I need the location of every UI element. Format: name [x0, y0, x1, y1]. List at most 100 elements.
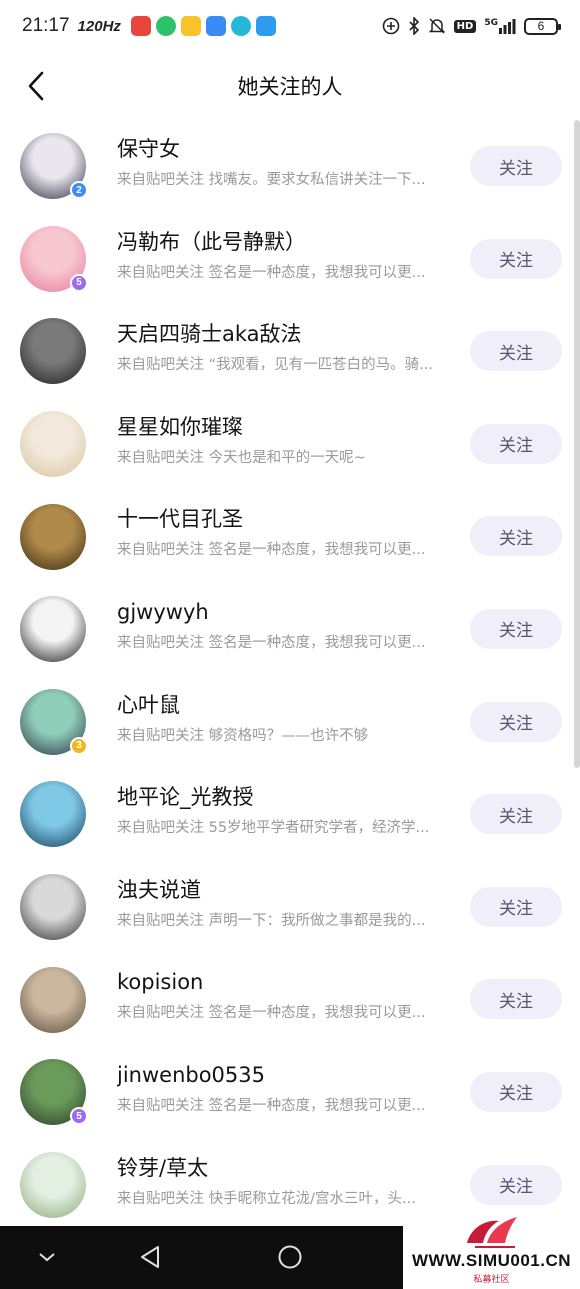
- nav-home-button[interactable]: [274, 1240, 306, 1274]
- scrollbar[interactable]: [574, 120, 580, 768]
- follow-button[interactable]: 关注: [470, 1071, 562, 1112]
- network-type-label: 5G: [484, 18, 498, 28]
- list-item[interactable]: gjwywyh 来自贴吧关注 签名是一种态度，我想我可以更... 关注: [0, 583, 580, 676]
- user-name[interactable]: 浊夫说道: [117, 875, 460, 905]
- app-notification-icon: [255, 16, 276, 36]
- follow-button[interactable]: 关注: [470, 1164, 562, 1205]
- user-info: 天启四骑士aka敌法来自贴吧关注 “我观看，见有一匹苍白的马。骑...: [117, 319, 460, 375]
- user-info: 浊夫说道 来自贴吧关注 声明一下：我所做之事都是我的...: [117, 875, 460, 931]
- back-button[interactable]: [18, 68, 54, 104]
- app-notification-icon: [230, 16, 251, 36]
- chevron-left-icon: [28, 71, 44, 101]
- follow-button[interactable]: 关注: [470, 516, 562, 557]
- nav-chevron-down-icon: [39, 1253, 55, 1262]
- avatar[interactable]: [20, 318, 86, 385]
- avatar-image: [20, 1151, 86, 1218]
- follow-button[interactable]: 关注: [470, 423, 562, 464]
- user-description: 来自贴吧关注 签名是一种态度，我想我可以更...: [117, 264, 426, 281]
- list-item[interactable]: 地平论_光教授 来自贴吧关注 55岁地平学者研究学者，经济学... 关注: [0, 768, 580, 861]
- follow-button[interactable]: 关注: [470, 979, 562, 1020]
- follow-button[interactable]: 关注: [470, 701, 562, 742]
- nav-back-button[interactable]: [135, 1240, 165, 1274]
- user-name[interactable]: 十一代目孔圣: [117, 504, 460, 534]
- avatar[interactable]: [20, 1151, 86, 1218]
- user-info: gjwywyh 来自贴吧关注 签名是一种态度，我想我可以更...: [117, 597, 460, 653]
- avatar[interactable]: [20, 966, 86, 1033]
- user-description: 来自贴吧关注 快手昵称立花泷/宫水三叶，头...: [117, 1190, 416, 1207]
- hd-icon: HD: [453, 19, 477, 33]
- list-item[interactable]: 5 冯勒布（此号静默） 来自贴吧关注 签名是一种态度，我想我可以更... 关注: [0, 213, 580, 306]
- level-badge: 3: [70, 736, 88, 755]
- follow-button[interactable]: 关注: [470, 886, 562, 927]
- avatar-image: [20, 966, 86, 1033]
- avatar[interactable]: 5: [20, 225, 88, 292]
- user-name[interactable]: 天启四骑士aka敌法: [117, 319, 460, 349]
- user-description: 来自贴吧关注 签名是一种态度，我想我可以更...: [117, 1097, 426, 1114]
- avatar[interactable]: [20, 781, 86, 848]
- list-item[interactable]: 2 保守女 来自贴吧关注 找嘴友。要求女私信讲关注一下... 关注: [0, 120, 580, 213]
- bluetooth-icon: [408, 17, 420, 35]
- user-name[interactable]: 铃芽/草太: [117, 1153, 460, 1183]
- level-badge: 5: [70, 1107, 88, 1126]
- list-item[interactable]: 星星如你璀璨来自贴吧关注 今天也是和平的一天呢~ 关注: [0, 398, 580, 491]
- nav-down-button[interactable]: [32, 1242, 62, 1272]
- user-info: 十一代目孔圣来自贴吧关注 签名是一种态度，我想我可以更...: [117, 504, 460, 560]
- follow-button[interactable]: 关注: [470, 146, 562, 186]
- user-description: 来自贴吧关注 “我观看，见有一匹苍白的马。骑...: [117, 357, 433, 374]
- list-item[interactable]: 十一代目孔圣 来自贴吧关注 签名是一种态度，我想我可以更... 关注: [0, 490, 580, 583]
- user-description: 来自贴吧关注 签名是一种态度，我想我可以更...: [117, 542, 426, 559]
- avatar[interactable]: 3: [20, 688, 88, 755]
- avatar-image: [20, 781, 86, 848]
- user-name[interactable]: 星星如你璀璨: [117, 412, 460, 442]
- battery-icon: 6: [524, 17, 561, 35]
- avatar-image: [20, 411, 86, 478]
- mute-bell-icon: [428, 17, 446, 35]
- list-item[interactable]: kopision 来自贴吧关注 签名是一种态度，我想我可以更... 关注: [0, 953, 580, 1046]
- app-notification-icon: [155, 16, 176, 36]
- user-description: 来自贴吧关注 够资格吗？——也许不够: [117, 727, 369, 744]
- nav-back-triangle-icon: [141, 1246, 159, 1268]
- user-info: 地平论_光教授来自贴吧关注 55岁地平学者研究学者，经济学...: [117, 782, 460, 838]
- user-name[interactable]: 冯勒布（此号静默）: [117, 227, 460, 257]
- user-name[interactable]: jinwenbo0535: [117, 1060, 460, 1090]
- user-info: 铃芽/草太来自贴吧关注 快手昵称立花泷/宫水三叶，头...: [117, 1153, 460, 1209]
- status-right-group: HD 5G 6: [382, 17, 561, 35]
- avatar[interactable]: 2: [20, 133, 88, 200]
- status-bar: 21:17 120Hz HD 5G 6: [0, 0, 580, 52]
- following-list: 2 保守女 来自贴吧关注 找嘴友。要求女私信讲关注一下... 关注 5 冯勒布（此号静默）…: [0, 120, 580, 1231]
- avatar[interactable]: [20, 874, 86, 941]
- user-info: 冯勒布（此号静默） 来自贴吧关注 签名是一种态度，我想我可以更...: [117, 227, 460, 283]
- user-name[interactable]: 心叶鼠: [117, 690, 460, 720]
- avatar[interactable]: [20, 503, 86, 570]
- user-name[interactable]: 保守女: [117, 134, 460, 164]
- avatar[interactable]: 5: [20, 1059, 88, 1126]
- watermark-logo: WWW.SIMU001.CN 私募社区: [403, 1209, 580, 1289]
- list-item[interactable]: 3 心叶鼠来自贴吧关注 够资格吗？——也许不够 关注: [0, 676, 580, 769]
- list-item[interactable]: 浊夫说道 来自贴吧关注 声明一下：我所做之事都是我的... 关注: [0, 861, 580, 954]
- app-notification-icon: [205, 16, 226, 36]
- user-info: 保守女来自贴吧关注 找嘴友。要求女私信讲关注一下...: [117, 134, 460, 190]
- follow-button[interactable]: 关注: [470, 331, 562, 372]
- follow-button[interactable]: 关注: [470, 794, 562, 835]
- list-item[interactable]: 天启四骑士aka敌法 来自贴吧关注 “我观看，见有一匹苍白的马。骑... 关注: [0, 305, 580, 398]
- user-description: 来自贴吧关注 签名是一种态度，我想我可以更...: [117, 634, 426, 651]
- level-badge: 2: [70, 181, 88, 200]
- follow-button[interactable]: 关注: [470, 608, 562, 649]
- user-description: 来自贴吧关注 找嘴友。要求女私信讲关注一下...: [117, 172, 426, 188]
- user-description: 来自贴吧关注 今天也是和平的一天呢~: [117, 449, 366, 466]
- user-name[interactable]: kopision: [117, 967, 460, 997]
- user-name[interactable]: 地平论_光教授: [117, 782, 460, 812]
- avatar[interactable]: [20, 596, 86, 663]
- follow-button[interactable]: 关注: [470, 238, 562, 279]
- watermark-text: WWW.SIMU001.CN: [411, 1251, 572, 1270]
- user-info: kopision 来自贴吧关注 签名是一种态度，我想我可以更...: [117, 967, 460, 1023]
- nav-home-circle-icon: [278, 1245, 302, 1269]
- avatar[interactable]: [20, 411, 86, 478]
- user-description: 来自贴吧关注 55岁地平学者研究学者，经济学...: [117, 820, 430, 837]
- signal-icon: 5G: [484, 18, 516, 34]
- avatar-image: [20, 874, 86, 941]
- page-title: 她关注的人: [237, 75, 343, 99]
- refresh-rate-indicator: 120Hz: [77, 17, 121, 35]
- user-name[interactable]: gjwywyh: [117, 597, 460, 627]
- list-item[interactable]: 5 jinwenbo0535 来自贴吧关注 签名是一种态度，我想我可以更... 关注: [0, 1046, 580, 1139]
